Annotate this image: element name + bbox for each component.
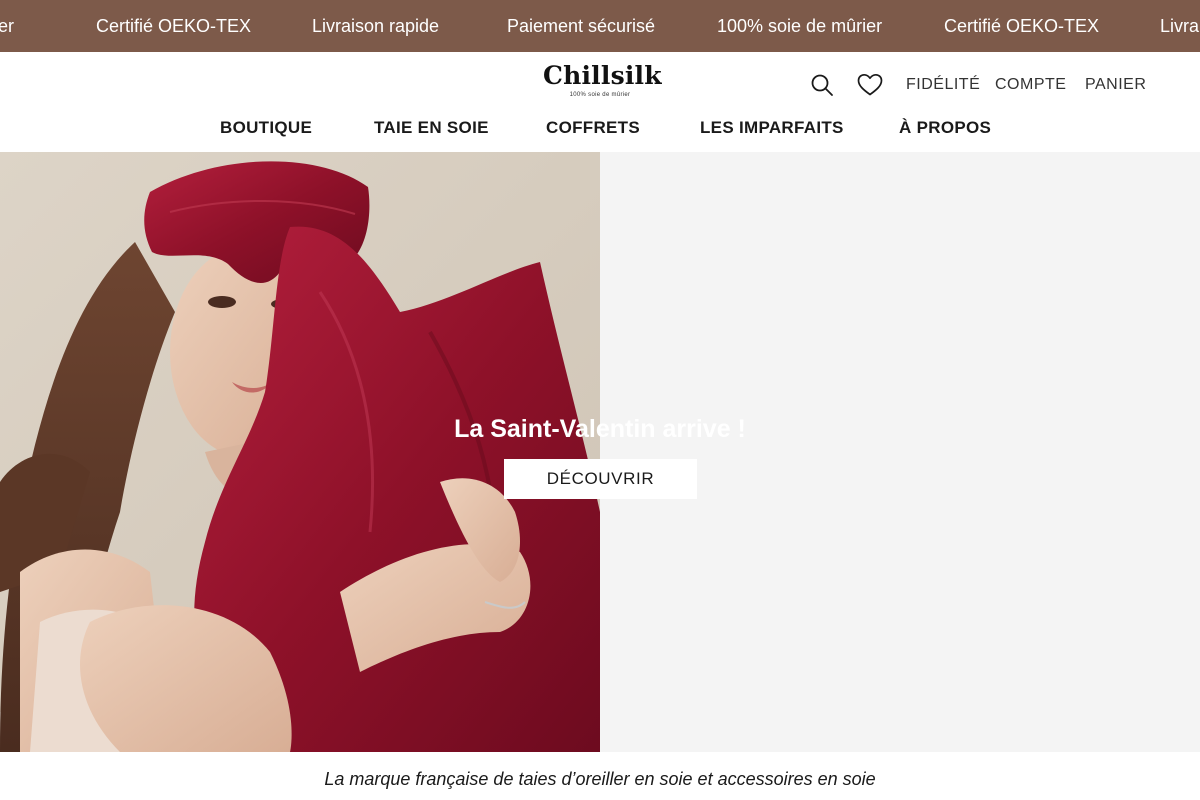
nav-item-les-imparfaits[interactable]: Les Imparfaits — [700, 116, 844, 140]
nav-item-a-propos[interactable]: À propos — [899, 116, 991, 140]
account-link[interactable]: Compte — [995, 75, 1066, 95]
announcement-item: Certifié OEKO-TEX — [944, 16, 1100, 36]
wishlist-button[interactable] — [856, 71, 884, 99]
hero-photo-illustration — [0, 152, 600, 752]
logo-tagline: 100% soie de mûrier — [569, 92, 631, 98]
cart-link[interactable]: Panier — [1085, 75, 1146, 95]
heart-icon — [857, 73, 883, 96]
nav-item-boutique[interactable]: Boutique — [220, 116, 312, 140]
main-nav: Boutique Taie en soie Coffrets Les Impar… — [0, 116, 1200, 140]
search-icon — [811, 74, 833, 96]
announcement-item: Paiement sécurisé — [507, 16, 656, 36]
announcement-item: Livraison rapide — [312, 16, 440, 36]
announcement-item: Certifié OEKO-TEX — [96, 16, 252, 36]
fidelite-link[interactable]: Fidélité — [906, 75, 980, 95]
nav-item-coffrets[interactable]: Coffrets — [546, 116, 640, 140]
announcement-bar: rier Certifié OEKO-TEX Livraison rapide … — [0, 0, 1200, 52]
hero-image — [0, 152, 600, 752]
announcement-item: Livra — [1160, 16, 1200, 36]
brand-tagline: La marque française de taies d’oreiller … — [324, 769, 876, 789]
logo-wordmark: Chillsilk — [543, 61, 662, 90]
announcement-item: rier — [0, 16, 14, 36]
hero-banner: La Saint-Valentin arrive ! Découvrir — [0, 152, 1200, 752]
hero-text: La Saint-Valentin arrive ! — [0, 414, 1200, 444]
logo[interactable]: Chillsilk 100% soie de mûrier — [543, 61, 662, 99]
discover-button[interactable]: Découvrir — [504, 459, 697, 499]
search-button[interactable] — [808, 71, 836, 99]
announcement-item: 100% soie de mûrier — [717, 16, 883, 36]
site-header: Chillsilk 100% soie de mûrier Fidélité C… — [0, 52, 1200, 152]
nav-item-taie-en-soie[interactable]: Taie en soie — [374, 116, 489, 140]
hero-title: La Saint-Valentin arrive ! — [454, 415, 746, 443]
